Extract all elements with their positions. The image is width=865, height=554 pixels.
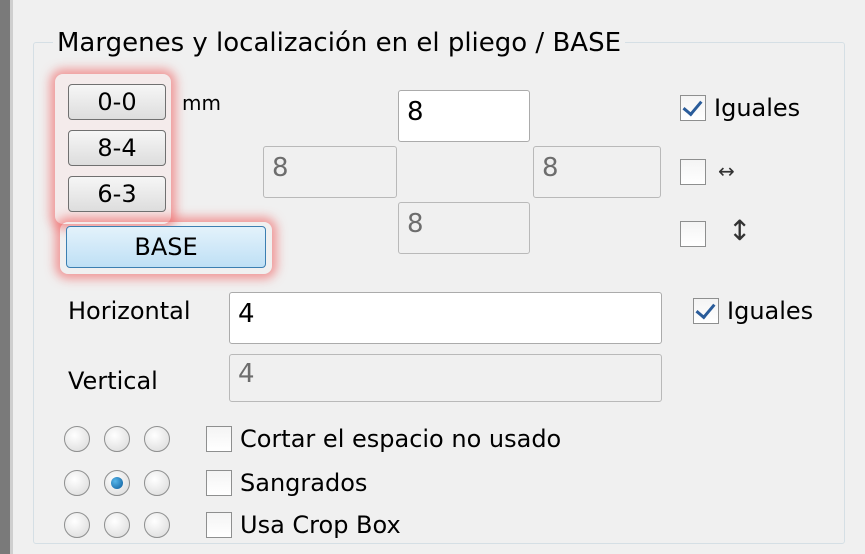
margin-right-field[interactable]: 8 — [533, 146, 661, 198]
crop-box-checkbox[interactable] — [206, 512, 232, 538]
base-button[interactable]: BASE — [66, 226, 266, 268]
cut-unused-checkbox[interactable] — [206, 426, 232, 452]
margins-equal-checkbox[interactable] — [680, 95, 706, 121]
crop-box-label: Usa Crop Box — [240, 511, 401, 539]
horizontal-label: Horizontal — [68, 297, 191, 325]
margin-bottom-field[interactable]: 8 — [398, 202, 530, 254]
preset-8-4-button[interactable]: 8-4 — [68, 130, 166, 166]
align-bottom-right-radio[interactable] — [144, 512, 170, 538]
group-title: Margenes y localización en el pliego / B… — [53, 28, 626, 58]
vertical-link-checkbox[interactable] — [680, 221, 706, 247]
spacing-equal-label: Iguales — [727, 297, 814, 325]
horizontal-link-checkbox[interactable] — [680, 159, 706, 185]
align-middle-center-radio[interactable] — [104, 470, 130, 496]
preset-0-0-button[interactable]: 0-0 — [68, 84, 166, 120]
window-border — [0, 0, 10, 554]
align-bottom-center-radio[interactable] — [104, 512, 130, 538]
horizontal-spacing-field[interactable]: 4 — [229, 292, 662, 344]
bleeds-checkbox[interactable] — [206, 470, 232, 496]
cut-unused-label: Cortar el espacio no usado — [240, 425, 562, 453]
spacing-equal-checkbox[interactable] — [693, 298, 719, 324]
vertical-arrows-icon: ↕ — [728, 214, 752, 247]
align-middle-left-radio[interactable] — [64, 470, 90, 496]
align-top-right-radio[interactable] — [144, 426, 170, 452]
horizontal-arrows-icon: ↔ — [718, 159, 735, 183]
vertical-label: Vertical — [68, 367, 158, 395]
align-bottom-left-radio[interactable] — [64, 512, 90, 538]
align-middle-right-radio[interactable] — [144, 470, 170, 496]
vertical-spacing-field[interactable]: 4 — [229, 354, 662, 402]
align-top-left-radio[interactable] — [64, 426, 90, 452]
margins-equal-label: Iguales — [714, 94, 801, 122]
margin-left-field[interactable]: 8 — [263, 146, 397, 198]
margin-top-field[interactable]: 8 — [398, 90, 530, 142]
preset-6-3-button[interactable]: 6-3 — [68, 176, 166, 212]
align-top-center-radio[interactable] — [104, 426, 130, 452]
bleeds-label: Sangrados — [240, 469, 368, 497]
unit-label: mm — [182, 91, 221, 115]
